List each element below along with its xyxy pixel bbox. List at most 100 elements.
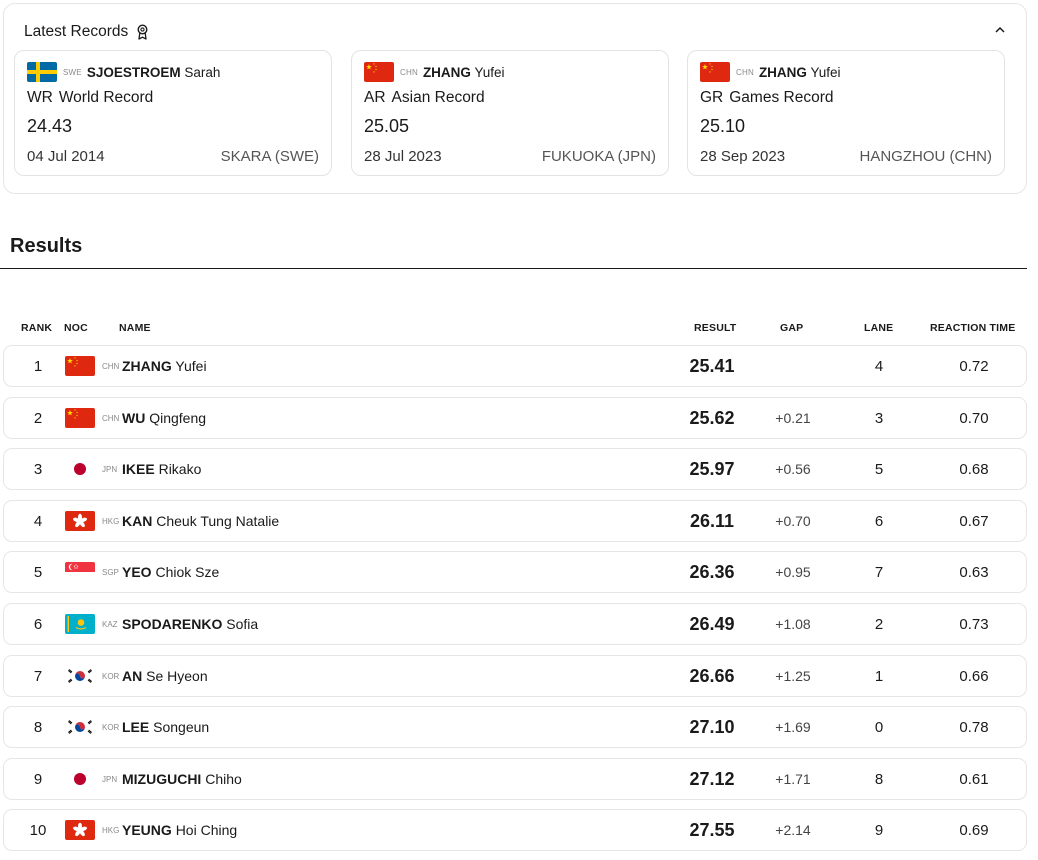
result-rank: 9 bbox=[33, 770, 43, 788]
flag-jpn-icon bbox=[65, 459, 95, 480]
record-card[interactable]: SWE SJOESTROEM Sarah WR World Record 24.43 04… bbox=[14, 50, 332, 176]
athlete-family-name: MIZUGUCHI bbox=[122, 770, 202, 787]
latest-records-panel: Latest Records SWE SJOESTROEM Sarah WR Worl… bbox=[3, 3, 1027, 194]
result-gap: +1.08 bbox=[775, 616, 811, 632]
result-noc: SGP bbox=[102, 568, 119, 578]
col-header-rank: RANK bbox=[21, 322, 53, 334]
result-row[interactable]: 8 KOR LEE Songeun 27.10 +1.69 0 0.78 bbox=[3, 706, 1027, 749]
athlete-given-name: Rikako bbox=[158, 461, 202, 478]
record-time: 25.05 bbox=[364, 116, 410, 136]
athlete-family-name: SPODARENKO bbox=[122, 616, 223, 632]
athlete-name[interactable]: SPODARENKO Sofia bbox=[122, 616, 258, 632]
result-row[interactable]: 5 SGP YEO Chiok Sze 26.36 +0.95 7 0.63 bbox=[3, 551, 1027, 594]
flag-chn-icon bbox=[364, 62, 394, 82]
athlete-given-name: Cheuk Tung Natalie bbox=[156, 512, 280, 529]
record-card[interactable]: CHN ZHANG Yufei GR Games Record 25.10 28 Sep … bbox=[687, 50, 1005, 176]
result-lane: 0 bbox=[874, 719, 884, 737]
col-header-name: NAME bbox=[119, 322, 151, 334]
result-row[interactable]: 2 CHN WU Qingfeng 25.62 +0.21 3 0.70 bbox=[3, 396, 1027, 439]
result-row[interactable]: 10 HKG YEUNG Hoi Ching 27.55 +2.14 9 0.69 bbox=[3, 809, 1027, 852]
record-type: AR Asian Record bbox=[364, 89, 485, 107]
result-time: 25.41 bbox=[689, 356, 735, 376]
record-place: FUKUOKA (JPN) bbox=[541, 148, 656, 165]
result-row[interactable]: 3 JPN IKEE Rikako 25.97 +0.56 5 0.68 bbox=[3, 448, 1027, 491]
result-gap: +0.21 bbox=[775, 409, 811, 426]
athlete-name[interactable]: YEUNG Hoi Ching bbox=[122, 822, 237, 838]
result-rank: 7 bbox=[33, 667, 43, 685]
athlete-name[interactable]: YEO Chiok Sze bbox=[122, 564, 219, 580]
result-reaction-time: 0.63 bbox=[959, 564, 989, 582]
athlete-name[interactable]: MIZUGUCHI Chiho bbox=[122, 771, 242, 787]
flag-chn-icon bbox=[65, 356, 95, 376]
record-type: GR Games Record bbox=[700, 89, 833, 107]
record-card[interactable]: CHN ZHANG Yufei AR Asian Record 25.05 28 Jul … bbox=[351, 50, 669, 176]
flag-kor-icon bbox=[65, 665, 95, 686]
result-lane: 4 bbox=[874, 358, 884, 375]
athlete-family-name: YEUNG bbox=[122, 822, 172, 839]
result-row[interactable]: 9 JPN MIZUGUCHI Chiho 27.12 +1.71 8 0.61 bbox=[3, 757, 1027, 800]
athlete-family-name: LEE bbox=[122, 719, 150, 736]
athlete-name[interactable]: LEE Songeun bbox=[122, 719, 209, 735]
record-code: WR bbox=[27, 89, 53, 106]
athlete-name[interactable]: AN Se Hyeon bbox=[122, 668, 208, 684]
athlete-family-name: WU bbox=[122, 409, 146, 426]
result-lane: 6 bbox=[874, 512, 884, 530]
record-code: GR bbox=[700, 89, 724, 106]
athlete-name[interactable]: KAN Cheuk Tung Natalie bbox=[122, 513, 279, 529]
result-noc: JPN bbox=[102, 465, 118, 475]
medal-icon bbox=[136, 24, 149, 40]
record-date: 28 Jul 2023 bbox=[364, 148, 442, 165]
record-noc: SWE bbox=[63, 67, 82, 77]
result-reaction-time: 0.72 bbox=[959, 358, 989, 375]
athlete-given-name: Sofia bbox=[226, 616, 259, 632]
athlete-name[interactable]: IKEE Rikako bbox=[122, 461, 201, 477]
result-lane: 3 bbox=[874, 409, 884, 427]
result-noc: HKG bbox=[102, 516, 120, 526]
result-reaction-time: 0.70 bbox=[959, 409, 989, 427]
result-row[interactable]: 1 CHN ZHANG Yufei 25.41 4 0.72 bbox=[3, 345, 1027, 387]
result-lane: 1 bbox=[874, 667, 884, 685]
col-header-noc: NOC bbox=[64, 322, 88, 334]
result-gap: +0.56 bbox=[775, 461, 811, 478]
flag-swe-icon bbox=[27, 62, 57, 82]
athlete-given-name: Hoi Ching bbox=[175, 822, 238, 839]
result-row[interactable]: 7 KOR AN Se Hyeon 26.66 +1.25 1 0.66 bbox=[3, 654, 1027, 697]
result-gap: +1.69 bbox=[775, 719, 811, 736]
flag-kaz-icon bbox=[65, 614, 95, 634]
athlete-family-name: IKEE bbox=[122, 461, 155, 478]
record-label: World Record bbox=[58, 89, 154, 106]
chevron-up-icon[interactable] bbox=[992, 22, 1008, 38]
athlete-given-name: Chiho bbox=[205, 770, 242, 787]
result-lane: 2 bbox=[874, 616, 884, 633]
result-reaction-time: 0.66 bbox=[959, 667, 989, 685]
record-athlete-given-name: Yufei bbox=[474, 64, 505, 80]
result-noc: JPN bbox=[102, 774, 118, 784]
record-athlete-family-name: SJOESTROEM bbox=[86, 64, 181, 80]
athlete-name[interactable]: WU Qingfeng bbox=[122, 410, 206, 426]
result-reaction-time: 0.69 bbox=[959, 822, 989, 840]
result-noc: HKG bbox=[102, 826, 120, 836]
result-rank: 10 bbox=[29, 822, 47, 840]
col-header-gap: GAP bbox=[780, 322, 804, 334]
record-code: AR bbox=[364, 89, 386, 106]
athlete-name[interactable]: ZHANG Yufei bbox=[122, 358, 207, 374]
result-reaction-time: 0.78 bbox=[959, 719, 989, 737]
result-lane: 8 bbox=[874, 770, 884, 788]
record-place: SKARA (SWE) bbox=[220, 148, 319, 165]
result-row[interactable]: 4 HKG KAN Cheuk Tung Natalie 26.11 +0.70 6 0.6… bbox=[3, 499, 1027, 542]
record-athlete-family-name: ZHANG bbox=[422, 64, 471, 80]
result-reaction-time: 0.68 bbox=[959, 461, 989, 479]
col-header-lane: LANE bbox=[864, 322, 894, 334]
result-lane: 7 bbox=[874, 564, 884, 582]
flag-sgp-icon bbox=[65, 562, 95, 583]
result-reaction-time: 0.73 bbox=[959, 616, 989, 633]
flag-hkg-icon bbox=[65, 510, 95, 531]
athlete-given-name: Yufei bbox=[175, 358, 207, 374]
record-label: Games Record bbox=[729, 89, 834, 106]
col-header-reaction-time: REACTION TIME bbox=[930, 322, 1016, 334]
result-row[interactable]: 6 KAZ SPODARENKO Sofia 26.49 +1.08 2 0.73 bbox=[3, 603, 1027, 645]
result-rank: 6 bbox=[33, 616, 43, 633]
record-time: 24.43 bbox=[27, 116, 73, 136]
athlete-given-name: Se Hyeon bbox=[146, 667, 208, 684]
result-noc: CHN bbox=[102, 413, 120, 423]
